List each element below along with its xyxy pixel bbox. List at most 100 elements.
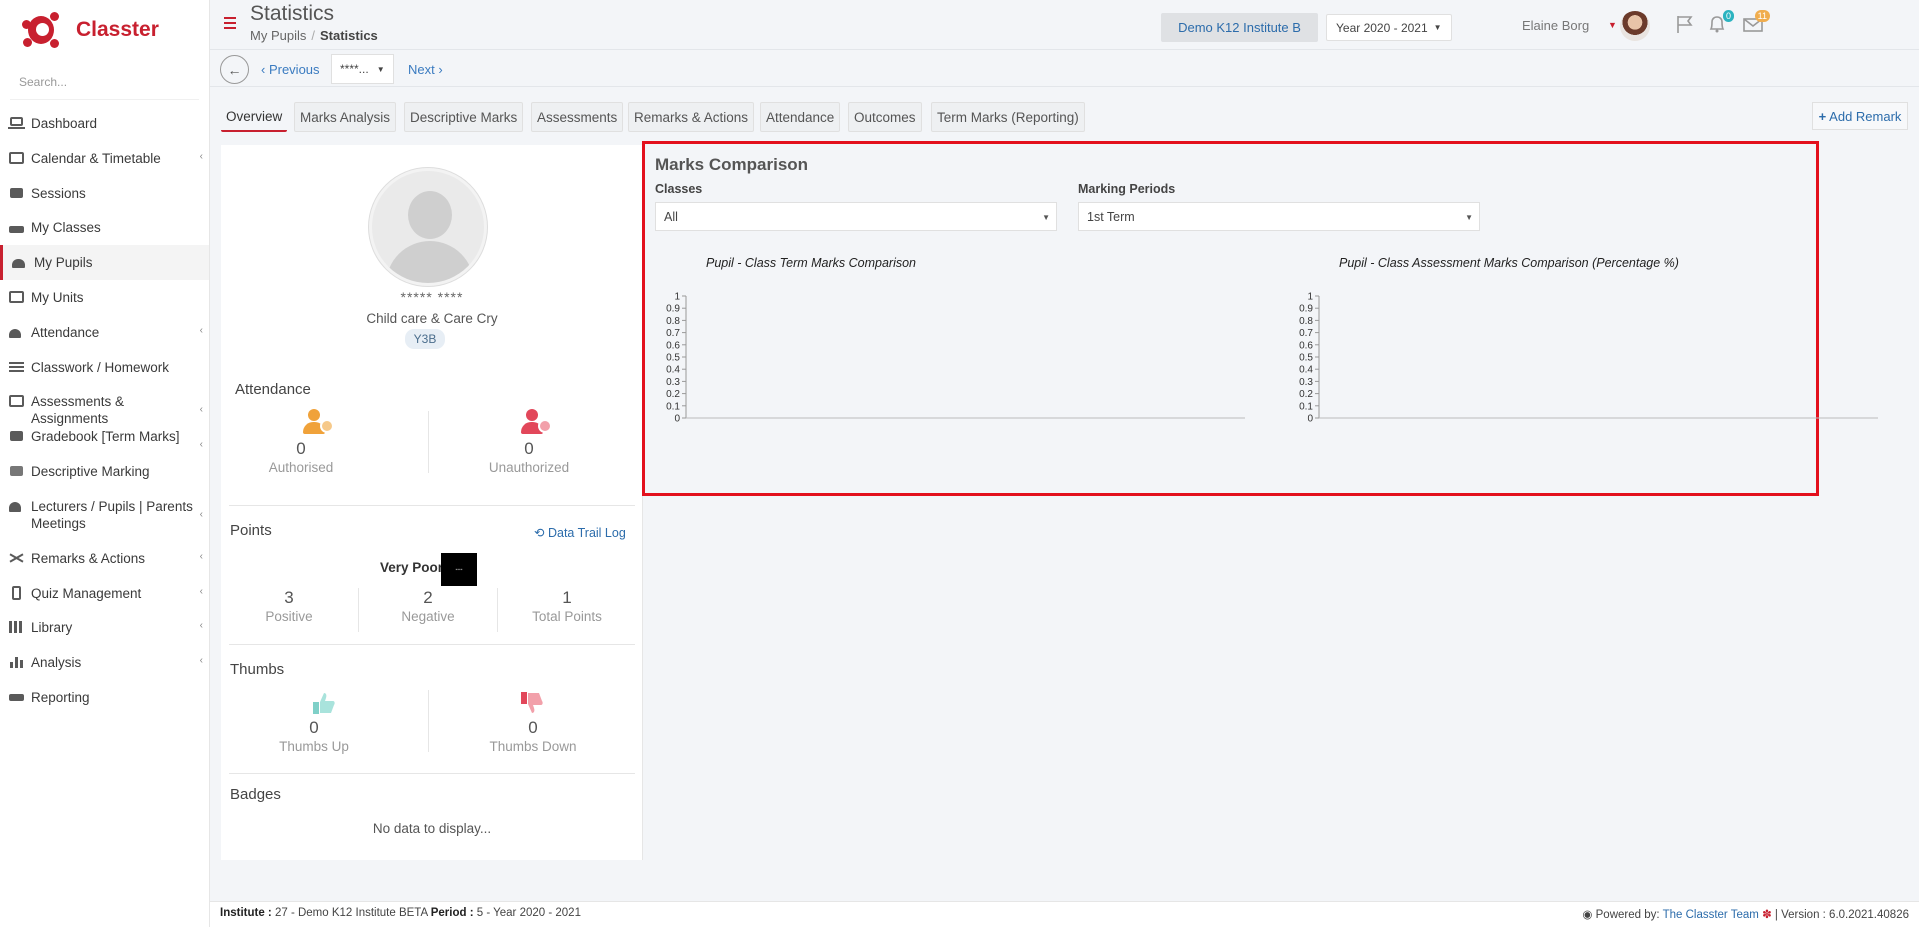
sidebar-item-meetings[interactable]: Lecturers / Pupils | Parents Meetings ‹: [0, 489, 209, 541]
tab-attendance[interactable]: Attendance: [760, 102, 841, 132]
pupil-photo: [369, 168, 487, 286]
tab-assessments[interactable]: Assessments: [531, 102, 624, 132]
chevron-left-icon: ‹: [199, 324, 203, 336]
year-dropdown[interactable]: Year 2020 - 2021 ▼: [1326, 14, 1452, 41]
pupil-course: Child care & Care Cry: [366, 311, 498, 326]
divider: [428, 411, 429, 473]
back-button[interactable]: ←: [220, 55, 249, 84]
chevron-left-icon: ‹: [199, 620, 203, 632]
chevron-left-icon: ‹: [199, 585, 203, 597]
y-tick-label: 0.3: [666, 377, 680, 388]
chevron-left-icon: ‹: [199, 150, 203, 162]
divider: [229, 505, 635, 506]
tab-descriptive-marks[interactable]: Descriptive Marks: [404, 102, 524, 132]
pupil-select[interactable]: ****... ▼: [331, 54, 394, 84]
sidebar-item-calendar[interactable]: Calendar & Timetable ‹: [0, 141, 209, 176]
unauthorized-attendance-icon: [521, 409, 555, 437]
marking-periods-select[interactable]: 1st Term ▼: [1078, 202, 1480, 231]
y-tick-label: 0.4: [666, 365, 680, 376]
badges-empty-message: No data to display...: [372, 821, 492, 836]
breadcrumb-my-pupils[interactable]: My Pupils: [250, 28, 306, 43]
footer-team-link[interactable]: The Classter Team: [1663, 909, 1759, 921]
caret-down-icon: ▼: [1042, 213, 1050, 222]
calendar-icon: [8, 151, 25, 165]
total-points-stat: 1 Total Points: [517, 588, 617, 624]
page-header: Statistics My Pupils / Statistics: [210, 0, 1919, 50]
sidebar-item-remarks[interactable]: Remarks & Actions ‹: [0, 541, 209, 576]
pupil-select-value: ****...: [340, 62, 369, 76]
envelope-icon[interactable]: 11: [1742, 10, 1770, 34]
chevron-left-icon: ‹: [199, 439, 203, 451]
sidebar-search-input[interactable]: Search...: [10, 64, 199, 100]
breadcrumb: My Pupils / Statistics: [250, 28, 378, 43]
history-icon: ⟲: [534, 526, 545, 540]
sidebar-item-analysis[interactable]: Analysis ‹: [0, 645, 209, 680]
sidebar-item-assessments[interactable]: Assessments & Assignments ‹: [0, 384, 209, 426]
classes-select-value: All: [664, 209, 678, 224]
classes-select[interactable]: All ▼: [655, 202, 1057, 231]
y-tick-label: 0.9: [666, 304, 680, 315]
descriptive-icon: [8, 464, 25, 478]
sidebar-item-quiz[interactable]: Quiz Management ‹: [0, 576, 209, 611]
positive-label: Positive: [265, 609, 313, 624]
y-tick-label: 0.4: [1299, 365, 1313, 376]
page-title: Statistics: [250, 2, 335, 25]
sidebar-item-gradebook[interactable]: Gradebook [Term Marks] ‹: [0, 419, 209, 454]
sidebar-item-reporting[interactable]: Reporting: [0, 680, 209, 715]
chevron-left-icon: ‹: [199, 404, 203, 416]
sidebar-item-my-pupils[interactable]: My Pupils: [0, 245, 209, 280]
footer-credits: ◉ Powered by: The Classter Team ✽ | Vers…: [1582, 907, 1909, 921]
y-tick-label: 1: [674, 292, 680, 303]
avatar[interactable]: [1620, 11, 1650, 41]
assessment-marks-chart: 0 0.1 0.2 0.3 0.4 0.5 0.6 0.7 0.8 0.9 1: [1283, 288, 1883, 438]
tab-remarks-actions[interactable]: Remarks & Actions: [628, 102, 755, 132]
y-tick-label: 0.1: [666, 401, 680, 412]
menu-toggle-icon[interactable]: [224, 17, 236, 29]
authorised-label: Authorised: [268, 460, 334, 475]
negative-label: Negative: [401, 609, 455, 624]
y-tick-label: 0.2: [666, 389, 680, 400]
authorised-count: 0: [296, 439, 306, 458]
sidebar-item-library[interactable]: Library ‹: [0, 610, 209, 645]
sidebar-item-descriptive-marking[interactable]: Descriptive Marking: [0, 454, 209, 489]
footer-powered-by: Powered by:: [1595, 909, 1660, 921]
unauthorized-count: 0: [524, 439, 534, 458]
previous-label: Previous: [268, 62, 320, 77]
chart-svg: 0 0.10.20.30.40.5 0.60.70.80.91: [1299, 292, 1878, 425]
caret-down-icon[interactable]: ▼: [1608, 20, 1617, 30]
footer-version: | Version : 6.0.2021.40826: [1774, 909, 1909, 921]
shuffle-icon: [8, 551, 25, 565]
tab-marks-analysis[interactable]: Marks Analysis: [294, 102, 397, 132]
y-tick-label: 0.8: [666, 316, 680, 327]
attendance-title: Attendance: [235, 381, 311, 398]
add-remark-button[interactable]: + Add Remark: [1812, 102, 1908, 130]
divider: [428, 690, 429, 752]
user-name[interactable]: Elaine Borg: [1522, 18, 1589, 33]
tab-overview[interactable]: Overview: [221, 102, 288, 132]
sidebar-item-my-classes[interactable]: My Classes: [0, 210, 209, 245]
previous-button[interactable]: ‹ Previous: [261, 62, 320, 77]
institute-button[interactable]: Demo K12 Institute B: [1161, 13, 1318, 42]
plus-icon: +: [1818, 108, 1827, 124]
sidebar-item-my-units[interactable]: My Units: [0, 280, 209, 315]
sidebar-item-sessions[interactable]: Sessions: [0, 176, 209, 211]
sidebar-item-dashboard[interactable]: Dashboard: [0, 106, 209, 141]
y-tick-label: 0: [1307, 414, 1313, 425]
negative-stat: 2 Negative: [388, 588, 468, 624]
flag-icon[interactable]: [1674, 14, 1696, 34]
list-icon: [8, 360, 25, 374]
marks-comparison-panel: Marks Comparison Classes All ▼ Marking Pe…: [642, 141, 1878, 496]
chevron-left-icon: ‹: [199, 655, 203, 667]
next-button[interactable]: Next ›: [408, 62, 443, 77]
tab-term-marks-reporting[interactable]: Term Marks (Reporting): [931, 102, 1085, 132]
tab-outcomes[interactable]: Outcomes: [848, 102, 922, 132]
app-logo[interactable]: Classter: [0, 0, 209, 60]
sidebar-item-attendance[interactable]: Attendance ‹: [0, 315, 209, 350]
pupil-navigation-bar: ← ‹ Previous ****... ▼ Next ›: [210, 51, 1919, 87]
data-trail-log-link[interactable]: ⟲ Data Trail Log: [534, 525, 626, 540]
sidebar-item-classwork[interactable]: Classwork / Homework: [0, 350, 209, 385]
library-icon: [8, 620, 25, 634]
y-tick-label: 1: [1307, 292, 1313, 303]
bell-icon[interactable]: 0: [1706, 10, 1734, 34]
footer-institute-label: Institute :: [220, 907, 272, 919]
